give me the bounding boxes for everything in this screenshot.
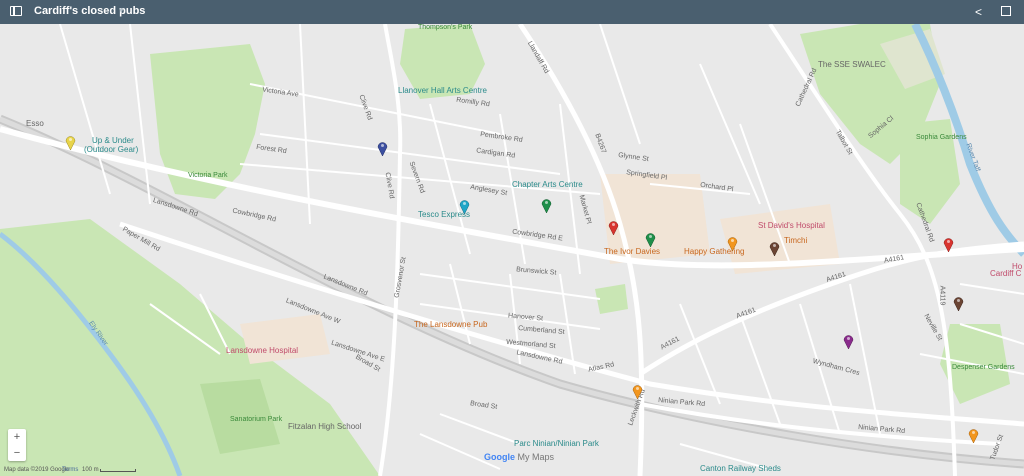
scale-bar xyxy=(100,469,136,472)
attribution: Map data ©2019 Google xyxy=(4,467,70,473)
pub-pin-red-2[interactable] xyxy=(943,237,954,252)
zoom-control: + − xyxy=(8,429,26,461)
park-label: Despenser Gardens xyxy=(952,364,1015,371)
app-bar: Cardiff's closed pubs ▾ < xyxy=(0,0,1024,24)
pub-pin-cyan[interactable] xyxy=(459,199,470,214)
pub-pin-green-1[interactable] xyxy=(541,198,552,213)
poi-label[interactable]: Ho xyxy=(1012,262,1022,271)
pub-pin-orange-1[interactable] xyxy=(727,236,738,251)
map-footer: Map data ©2019 Google Terms 100 m xyxy=(0,466,1024,476)
scale-label: 100 m xyxy=(82,467,99,473)
zoom-out-button[interactable]: − xyxy=(8,445,26,461)
pub-pin-brown-2[interactable] xyxy=(953,296,964,311)
poi-label[interactable]: (Outdoor Gear) xyxy=(84,145,138,154)
park-label: Sophia Gardens xyxy=(916,134,967,141)
poi-label[interactable]: Lansdowne Hospital xyxy=(226,346,298,355)
pub-pin-brown-1[interactable] xyxy=(769,241,780,256)
share-icon[interactable]: < xyxy=(975,5,982,19)
park-label: Thompson's Park xyxy=(418,24,473,31)
poi-label[interactable]: Chapter Arts Centre xyxy=(512,180,583,189)
park-label: Sanatorium Park xyxy=(230,416,283,423)
poi-label[interactable]: The Ivor Davies xyxy=(604,247,660,256)
google-logo: Google xyxy=(484,452,515,462)
poi-label[interactable]: Timchi xyxy=(784,236,807,245)
caret-down-icon[interactable]: ▾ xyxy=(119,5,124,16)
fullscreen-icon[interactable] xyxy=(1001,6,1011,16)
road-label: A4119 xyxy=(938,285,946,306)
park-label: Victoria Park xyxy=(188,172,228,179)
zoom-in-button[interactable]: + xyxy=(8,429,26,445)
poi-label[interactable]: St David's Hospital xyxy=(758,221,825,230)
pub-pin-orange-2[interactable] xyxy=(632,384,643,399)
pub-pin-green-2[interactable] xyxy=(645,232,656,247)
poi-label[interactable]: Llanover Hall Arts Centre xyxy=(398,86,487,95)
pub-pin-blue[interactable] xyxy=(377,141,388,156)
my-maps-label: My Maps xyxy=(517,452,555,462)
poi-label[interactable]: Up & Under xyxy=(92,136,134,145)
map-canvas[interactable]: Thompson's Park Victoria Park Sophia Gar… xyxy=(0,24,1024,476)
poi-label[interactable]: The SSE SWALEC xyxy=(818,60,886,69)
pub-pin-orange-3[interactable] xyxy=(968,428,979,443)
poi-label[interactable]: The Lansdowne Pub xyxy=(414,320,487,329)
pub-pin-yellow[interactable] xyxy=(65,135,76,150)
poi-label[interactable]: Esso xyxy=(26,119,44,128)
pub-pin-purple[interactable] xyxy=(843,334,854,349)
pub-pin-red-1[interactable] xyxy=(608,220,619,235)
google-my-maps-logo: Google My Maps xyxy=(484,452,554,462)
poi-label[interactable]: Parc Ninian/Ninian Park xyxy=(514,439,599,448)
terms-link[interactable]: Terms xyxy=(62,467,78,473)
map-title[interactable]: Cardiff's closed pubs xyxy=(34,5,145,17)
poi-label[interactable]: Fitzalan High School xyxy=(288,422,361,431)
sidebar-toggle-icon[interactable] xyxy=(10,6,22,16)
